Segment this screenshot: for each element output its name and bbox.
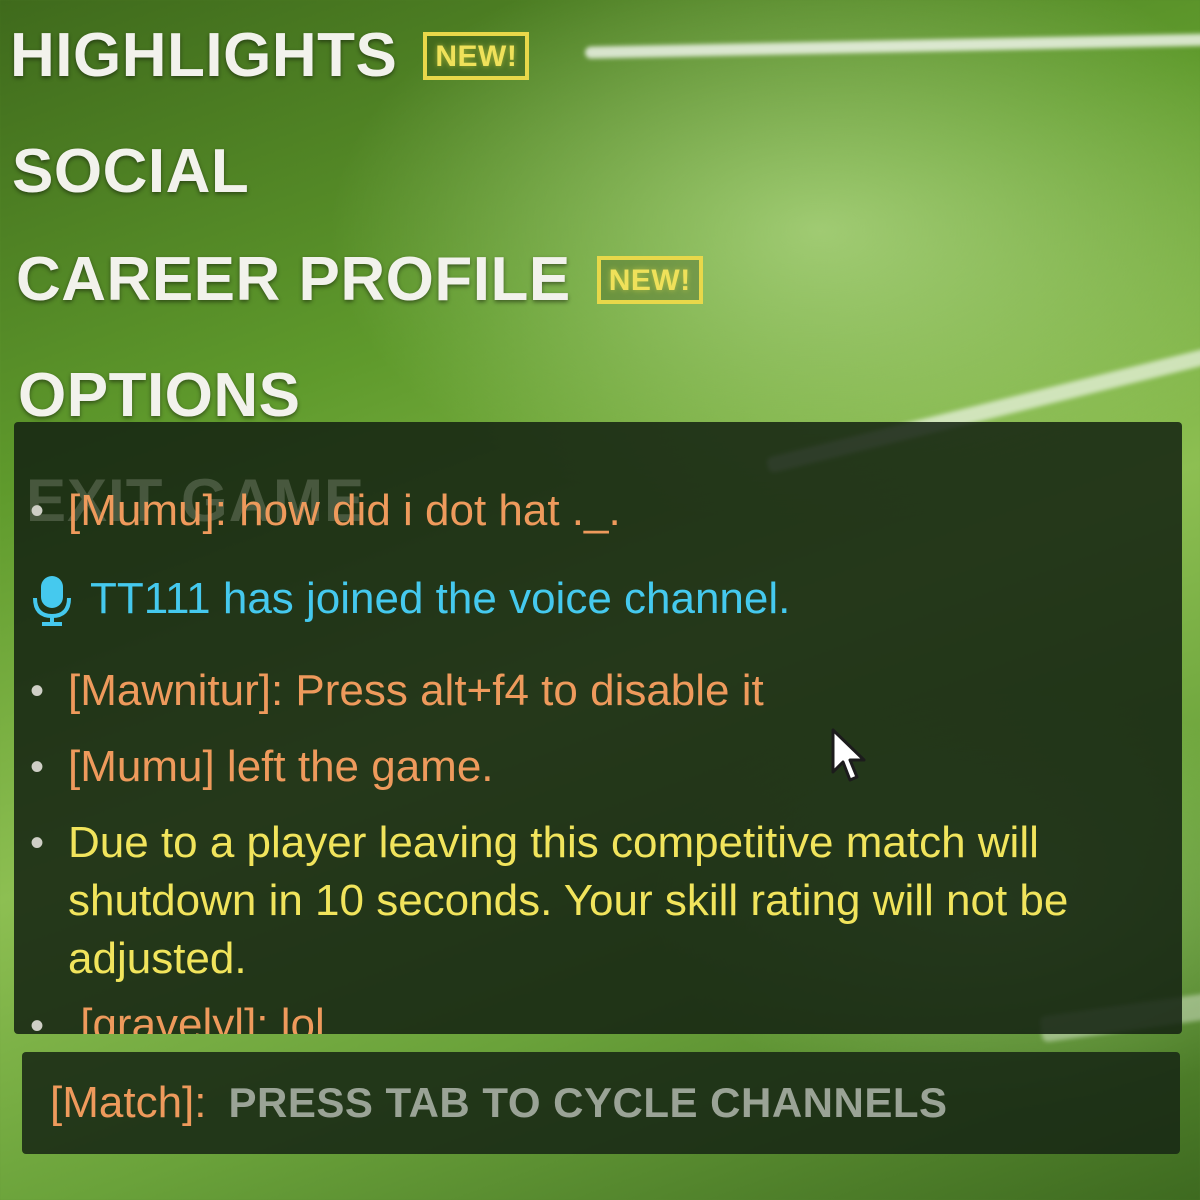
voice-notification: TT111 has joined the voice channel. <box>30 570 790 628</box>
chat-message-text: [Mawnitur]: Press alt+f4 to disable it <box>68 666 764 715</box>
chat-message: • [Mumu]: how did i dot hat ._. <box>30 482 621 540</box>
bullet-icon: • <box>30 745 45 789</box>
new-badge: NEW! <box>423 31 530 80</box>
menu-item-label: HIGHLIGHTS <box>10 21 398 90</box>
menu-item-social[interactable]: SOCIAL <box>12 136 249 207</box>
menu-item-options[interactable]: OPTIONS <box>18 360 301 431</box>
menu-item-highlights[interactable]: HIGHLIGHTS NEW! <box>10 20 530 91</box>
bullet-icon: • <box>30 1004 45 1034</box>
chat-input[interactable]: [Match]: PRESS TAB TO CYCLE CHANNELS <box>22 1052 1180 1154</box>
mouse-cursor-icon <box>830 728 870 789</box>
bullet-icon: • <box>30 669 45 713</box>
chat-message-text: [gravelyl]: lol <box>80 1000 325 1034</box>
channel-prefix: [Match]: <box>50 1078 207 1127</box>
chat-message-text: TT111 has joined the voice channel. <box>90 574 791 623</box>
chat-input-placeholder: PRESS TAB TO CYCLE CHANNELS <box>228 1079 948 1126</box>
microphone-icon <box>30 570 74 628</box>
field-line-top <box>584 33 1200 59</box>
menu-item-label: SOCIAL <box>12 137 250 206</box>
bullet-icon: • <box>30 821 45 865</box>
chat-panel[interactable]: EXIT GAME • [Mumu]: how did i dot hat ._… <box>14 422 1182 1034</box>
chat-message-text: [Mumu]: how did i dot hat ._. <box>68 486 621 535</box>
system-message: • Due to a player leaving this competiti… <box>30 814 1128 988</box>
chat-message: • [gravelyl]: lol <box>30 996 325 1034</box>
new-badge: NEW! <box>596 255 703 304</box>
bullet-icon: • <box>30 489 45 533</box>
system-message-text: Due to a player leaving this competitive… <box>68 818 1069 983</box>
chat-message: • [Mawnitur]: Press alt+f4 to disable it <box>30 662 764 720</box>
menu-item-label: CAREER PROFILE <box>16 245 571 314</box>
chat-message: • [Mumu] left the game. <box>30 738 494 796</box>
menu-item-career-profile[interactable]: CAREER PROFILE NEW! <box>16 244 703 315</box>
menu-item-label: OPTIONS <box>18 361 301 430</box>
chat-message-text: [Mumu] left the game. <box>68 742 494 791</box>
